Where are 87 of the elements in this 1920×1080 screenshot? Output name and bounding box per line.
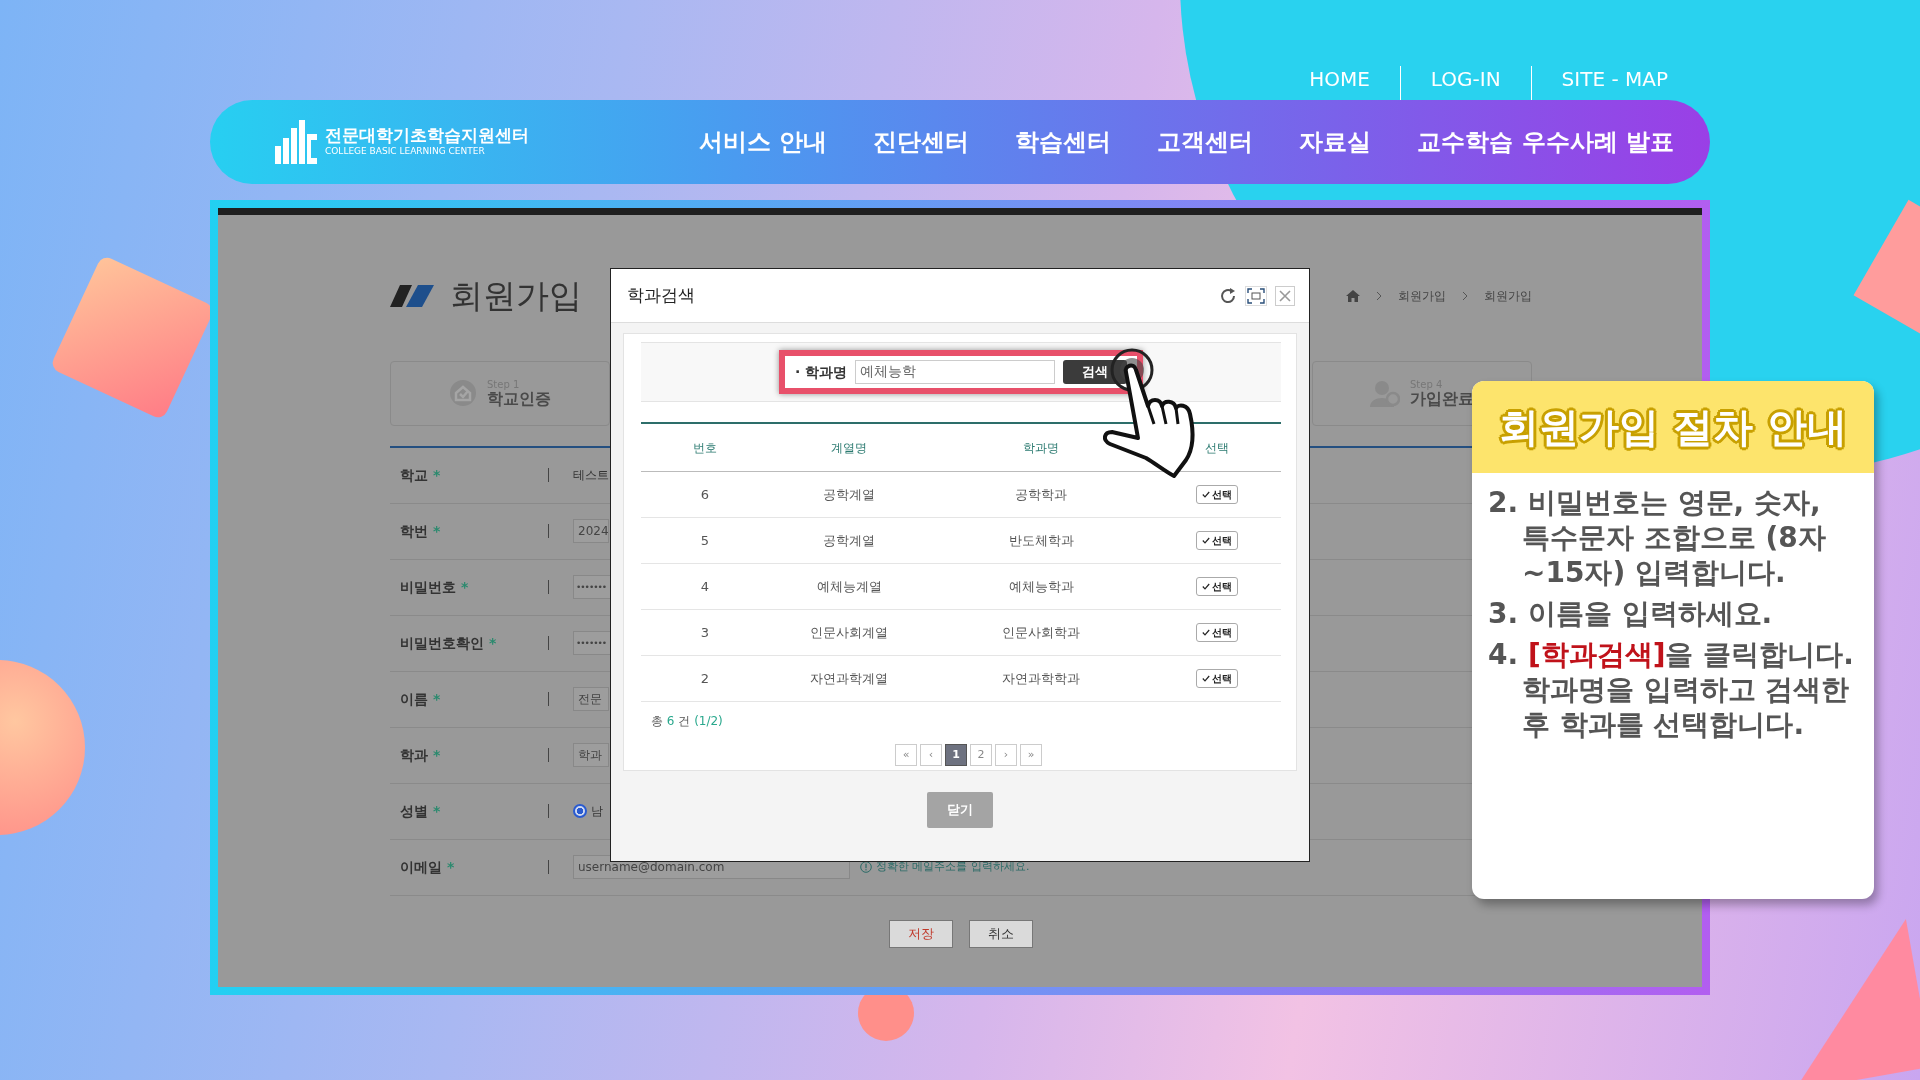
home-icon[interactable] [1346, 289, 1360, 302]
field-label: 이메일 * [399, 857, 456, 877]
field-label: 비밀번호확인 * [399, 633, 498, 653]
table-cell-text: 자연과학학과 [1001, 669, 1081, 688]
guide-step: 3. 이름을 입력하세요. [1488, 596, 1858, 631]
check-icon [1202, 629, 1210, 636]
chevron-icon [1376, 290, 1382, 301]
table-cell-text: 인문사회계열 [809, 623, 889, 642]
page-title: 회원가입 [450, 275, 582, 317]
page-button[interactable]: « [895, 744, 917, 766]
maximize-icon[interactable] [1245, 285, 1267, 306]
field-label: 비밀번호 * [399, 577, 470, 597]
select-button[interactable]: 선택 [1196, 531, 1238, 550]
check-icon [1202, 583, 1210, 590]
column-header: 계열명 [830, 439, 868, 457]
nav-item[interactable]: 진단센터 [873, 124, 970, 160]
guide-step: 2. 비밀번호는 영문, 숫자, 특수문자 조합으로 (8자~15자) 입력합니다. [1488, 485, 1858, 590]
page-button[interactable]: » [1020, 744, 1042, 766]
nav-item[interactable]: 고객센터 [1157, 124, 1254, 160]
house-icon [449, 379, 477, 407]
search-label: · 학과명 [794, 362, 848, 382]
refresh-icon[interactable] [1219, 286, 1237, 305]
table-cell-text: 반도체학과 [1007, 531, 1075, 550]
select-button[interactable]: 선택 [1196, 669, 1238, 688]
table-cell-text: 예체능계열 [815, 577, 883, 596]
table-cell-text: 공학학과 [1014, 485, 1068, 504]
check-icon [1202, 491, 1210, 498]
form-button[interactable]: 저장 [889, 919, 953, 948]
table-cell-text: 2 [699, 669, 711, 688]
column-header: 선택 [1204, 439, 1230, 457]
table-cell-text: 자연과학계열 [809, 669, 889, 688]
close-button[interactable]: 닫기 [927, 792, 993, 828]
table-cell-text: 공학계열 [822, 485, 876, 504]
input-field[interactable]: ••••••• [573, 631, 611, 655]
field-label: 학번 * [399, 521, 442, 541]
chevron-icon [1462, 290, 1468, 301]
table-cell-text: 공학계열 [822, 531, 876, 550]
form-button[interactable]: 취소 [969, 919, 1033, 948]
column-header: 번호 [692, 439, 718, 457]
field-hint: 정확한 메일주소를 입력하세요. [876, 858, 1030, 875]
guide-title: 회원가입 절차 안내 [1499, 403, 1847, 452]
step-label: 가입완료 [1410, 389, 1474, 408]
select-button[interactable]: 선택 [1196, 623, 1238, 642]
nav-item[interactable]: 자료실 [1299, 124, 1372, 160]
search-button[interactable]: 검색 [1063, 360, 1128, 384]
select-button[interactable]: 선택 [1196, 577, 1238, 596]
input-field[interactable]: 학과 [573, 743, 609, 767]
page-button[interactable]: ‹ [920, 744, 942, 766]
table-cell-text: 4 [699, 577, 711, 596]
input-field[interactable]: 전문 [573, 687, 609, 711]
slash-icon [390, 284, 434, 307]
nav-item[interactable]: 교수학습 우수사례 발표 [1417, 124, 1674, 160]
dialog-title: 학과검색 [627, 283, 695, 307]
page-button[interactable]: 2 [970, 744, 992, 766]
logo-icon [275, 120, 317, 164]
field-label: 성별 * [399, 801, 442, 821]
table-cell-text: 5 [699, 531, 711, 550]
radio-label: 남 [591, 803, 603, 820]
page-button[interactable]: 1 [945, 744, 967, 766]
table-cell-text: 예체능학과 [1007, 577, 1075, 596]
input-field[interactable]: ••••••• [573, 575, 611, 599]
table-cell-text: 3 [699, 623, 711, 642]
column-header: 학과명 [1022, 439, 1060, 457]
page-button[interactable]: › [995, 744, 1017, 766]
close-icon[interactable] [1275, 285, 1295, 306]
total-count: 총 6 건 (1/2) [651, 713, 724, 730]
step-label: 학교인증 [487, 389, 551, 408]
guide-step: 4. [학과검색]을 클릭합니다. 학과명을 입력하고 검색한 후 학과를 선택합니다. [1488, 637, 1858, 742]
radio-button[interactable] [573, 804, 587, 818]
logo-subtitle: COLLEGE BASIC LEARNING CENTER [325, 145, 486, 159]
breadcrumb-item[interactable]: 회원가입 [1484, 286, 1532, 305]
field-value: 테스트 [573, 467, 609, 484]
input-field[interactable]: 2024 [573, 519, 609, 543]
search-field[interactable]: 예체능학 [855, 360, 1056, 384]
table-cell-text: 6 [699, 485, 711, 504]
check-icon [1202, 537, 1210, 544]
field-label: 이름 * [399, 689, 442, 709]
table-cell-text: 인문사회학과 [1001, 623, 1081, 642]
select-button[interactable]: 선택 [1196, 485, 1238, 504]
nav-item[interactable]: 학습센터 [1015, 124, 1112, 160]
check-icon [1202, 675, 1210, 682]
nav-item[interactable]: 서비스 안내 [698, 124, 828, 160]
logo-title: 전문대학기초학습지원센터 [325, 125, 529, 146]
field-label: 학과 * [399, 745, 442, 765]
info-icon [860, 861, 872, 873]
field-label: 학교 * [399, 465, 442, 485]
breadcrumb-item[interactable]: 회원가입 [1398, 286, 1446, 305]
